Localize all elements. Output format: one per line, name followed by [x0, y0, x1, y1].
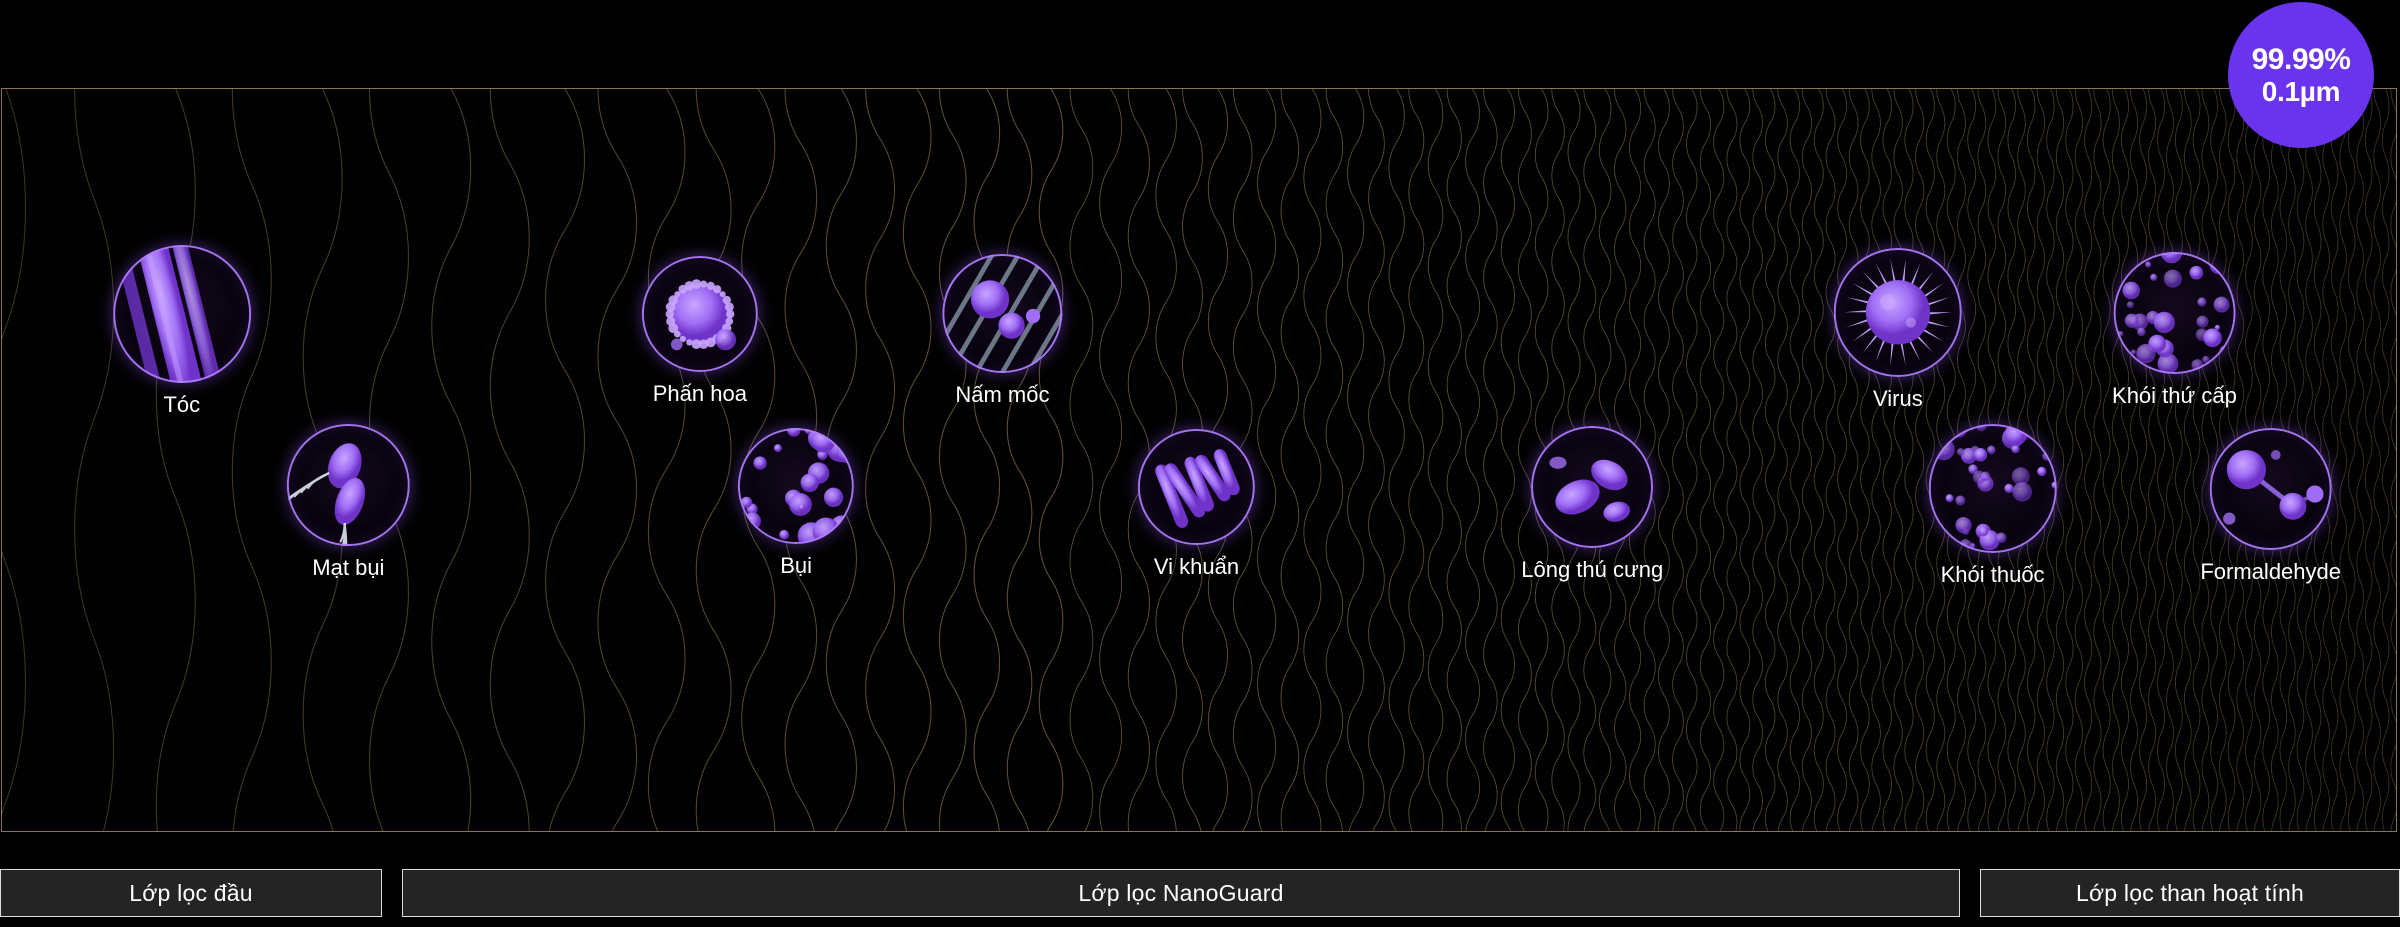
particle-smoke2[interactable]: Khói thứ cấp — [2112, 252, 2237, 409]
particle-label: Khói thuốc — [1940, 561, 2045, 587]
particle-label: Bụi — [780, 553, 813, 579]
particle-label: Formaldehyde — [2200, 559, 2342, 585]
particle-image-dust — [737, 428, 855, 545]
particle-virus[interactable]: Virus — [1833, 248, 1963, 412]
particle-image-smoke1 — [1928, 424, 2057, 553]
particle-image-virus — [1833, 248, 1963, 377]
infographic-stage: 50µm30µm20µm10µm5µm2.5µm0.5µm0.1µm0.03µm… — [0, 0, 2400, 927]
filter-layer-pre[interactable]: Lớp lọc đầu — [0, 869, 382, 917]
particle-image-formaldehyde — [2209, 428, 2332, 551]
particle-image-bacteria — [1138, 429, 1255, 546]
particle-image-mold — [942, 254, 1063, 374]
filter-layer-nanoguard[interactable]: Lớp lọc NanoGuard — [402, 869, 1960, 917]
particle-label: Virus — [1872, 385, 1923, 411]
particle-image-hair — [112, 245, 251, 383]
particle-label: Mạt bụi — [312, 555, 385, 581]
particle-label: Lông thú cưng — [1521, 557, 1664, 583]
particle-image-petfur — [1531, 426, 1654, 549]
particle-dust[interactable]: Bụi — [737, 428, 855, 579]
particle-image-pollen — [641, 256, 758, 373]
particle-smoke1[interactable]: Khói thuốc — [1928, 424, 2057, 588]
particle-label: Tóc — [163, 391, 201, 417]
particle-pollen[interactable]: Phấn hoa — [641, 256, 758, 407]
badge-efficiency: 99.99% — [2251, 42, 2351, 76]
filter-layer-bar: Lớp lọc đầu Lớp lọc NanoGuard Lớp lọc th… — [0, 869, 2400, 925]
particle-bacteria[interactable]: Vi khuẩn — [1138, 429, 1255, 580]
particle-mite[interactable]: Mạt bụi — [287, 424, 410, 581]
particle-label: Khói thứ cấp — [2112, 383, 2237, 409]
efficiency-badge: 99.99% 0.1µm — [2228, 2, 2374, 148]
particle-petfur[interactable]: Lông thú cưng — [1521, 426, 1663, 583]
particle-label: Phấn hoa — [652, 381, 747, 407]
particle-label: Nấm mốc — [955, 382, 1050, 408]
particle-image-mite — [287, 424, 410, 547]
particle-image-smoke2 — [2113, 252, 2236, 375]
particle-mold[interactable]: Nấm mốc — [942, 254, 1063, 408]
particle-formaldehyde[interactable]: Formaldehyde — [2200, 428, 2341, 585]
badge-size: 0.1µm — [2261, 76, 2341, 108]
particle-label: Vi khuẩn — [1153, 554, 1240, 580]
filter-layer-carbon[interactable]: Lớp lọc than hoạt tính — [1980, 869, 2400, 917]
particle-hair[interactable]: Tóc — [112, 245, 251, 418]
